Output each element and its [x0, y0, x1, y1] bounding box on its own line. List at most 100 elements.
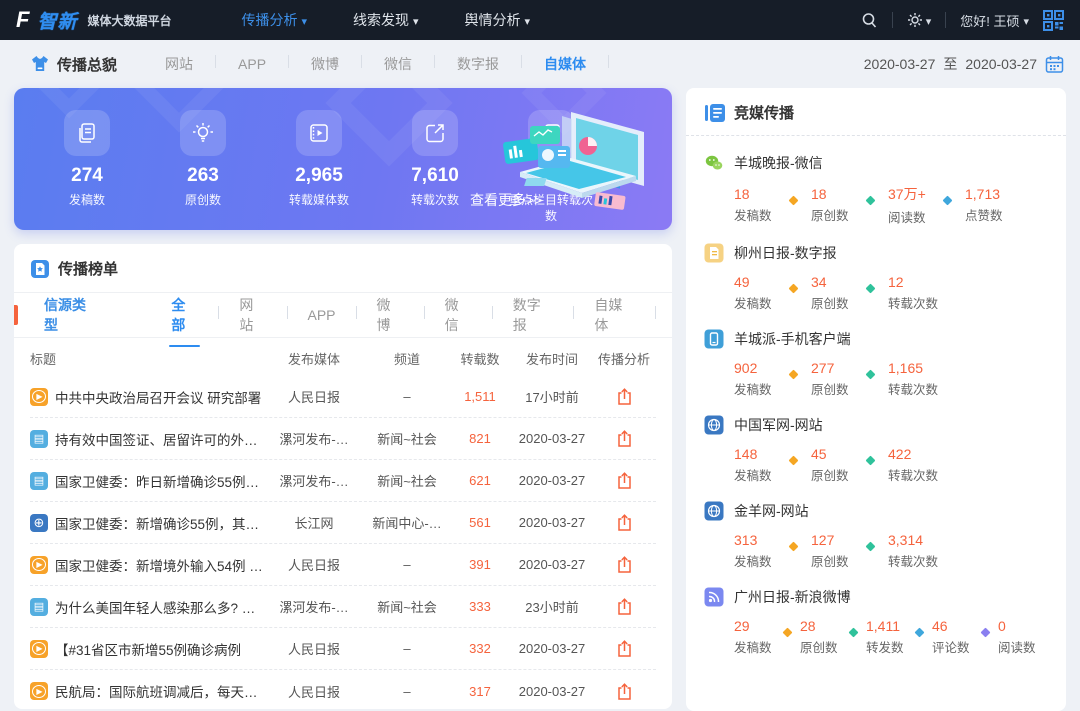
wechat-icon: [704, 153, 724, 173]
logo-subtitle: 媒体大数据平台: [87, 12, 171, 29]
tab-overview[interactable]: 传播总貌: [30, 54, 117, 75]
media-name-link[interactable]: 羊城晚报-微信: [704, 153, 1048, 173]
date-range-picker[interactable]: 2020-03-27 至 2020-03-27: [864, 54, 1064, 74]
article-title-link[interactable]: 为什么美国年轻人感染那么多? …: [30, 597, 266, 617]
propagation-analysis-icon[interactable]: [616, 513, 633, 532]
diamond-bullet: [866, 455, 876, 465]
table-row: 国家卫健委：昨日新增确诊55例… 漯河发布-… 新闻~社会 621 2020-0…: [30, 460, 656, 502]
ftab-all[interactable]: 全部: [151, 295, 218, 335]
article-title-link[interactable]: 持有效中国签证、居留许可的外…: [30, 429, 266, 449]
propagation-analysis-icon[interactable]: [616, 429, 633, 448]
media-item: 羊城派-手机客户端 902发稿数 277原创数 1,165转载次数: [704, 329, 1048, 398]
propagation-analysis-icon[interactable]: [616, 471, 633, 490]
nav-item-clue-discovery[interactable]: 线索发现: [353, 10, 419, 30]
app-logo[interactable]: F 智新 媒体大数据平台: [16, 7, 171, 34]
diamond-bullet: [981, 627, 991, 637]
competitor-media-panel: 竞媒传播 羊城晚报-微信 18发稿数 18原创数 37万+阅读数 1,713点赞…: [686, 88, 1066, 711]
section-tab-row: 传播总貌 网站 APP 微博 微信 数字报 自媒体 2020-03-27 至 2…: [0, 40, 1080, 88]
tab-website[interactable]: 网站: [143, 54, 215, 74]
stat-value: 2,965: [295, 165, 343, 187]
article-title-link[interactable]: 国家卫健委：新增确诊55例，其…: [30, 513, 266, 533]
tab-wechat[interactable]: 微信: [362, 54, 434, 74]
competitor-panel-header: 竞媒传播: [704, 102, 1048, 123]
media-item: 金羊网-网站 313发稿数 127原创数 3,314转载次数: [704, 501, 1048, 570]
ftab-website[interactable]: 网站: [219, 295, 286, 335]
divider: [686, 135, 1066, 136]
video-box-icon: [296, 110, 342, 156]
tab-digital-paper[interactable]: 数字报: [435, 54, 521, 74]
channel: 新闻~社会: [362, 471, 452, 490]
media-name-link[interactable]: 羊城派-手机客户端: [704, 329, 1048, 349]
media-stats: 148发稿数 45原创数 422转载次数: [734, 446, 1048, 484]
article-title-link[interactable]: 国家卫健委：昨日新增确诊55例…: [30, 471, 266, 491]
stat: 1,713点赞数: [965, 186, 1021, 224]
calendar-icon[interactable]: [1045, 55, 1064, 74]
stat: 3,314转载次数: [888, 532, 944, 570]
divider: [14, 337, 672, 338]
nav-item-sentiment-analysis[interactable]: 舆情分析: [465, 10, 531, 30]
stat-label: 转载次数: [411, 192, 459, 208]
divider: [608, 55, 609, 73]
ftab-we-media[interactable]: 自媒体: [574, 295, 655, 335]
weibo-icon: [704, 587, 724, 607]
nav-item-propagation-analysis[interactable]: 传播分析: [241, 10, 307, 30]
share-out-icon: [412, 110, 458, 156]
table-header-row: 标题 发布媒体 频道 转载数 发布时间 传播分析: [30, 340, 656, 376]
publish-media: 漯河发布-…: [266, 429, 362, 448]
logo-brand-text: 智新: [37, 7, 77, 34]
media-name-link[interactable]: 柳州日报-数字报: [704, 243, 1048, 263]
table-row: 民航局：国际航班调减后，每天… 人民日报 – 317 2020-03-27: [30, 670, 656, 709]
publish-media: 漯河发布-…: [266, 597, 362, 616]
date-end: 2020-03-27: [965, 56, 1037, 72]
tab-we-media[interactable]: 自媒体: [522, 54, 608, 74]
ftab-app[interactable]: APP: [288, 307, 356, 323]
table-row: 【#31省区市新增55例确诊病例 人民日报 – 332 2020-03-27: [30, 628, 656, 670]
media-name-link[interactable]: 广州日报-新浪微博: [704, 587, 1048, 607]
repost-count: 821: [452, 431, 508, 446]
tab-app[interactable]: APP: [216, 56, 288, 72]
user-menu[interactable]: 您好! 王硕: [960, 11, 1029, 30]
ranking-header: 传播榜单: [30, 258, 656, 279]
topbar-divider: [945, 12, 946, 28]
settings-gear-icon[interactable]: [907, 12, 932, 28]
stat: 18原创数: [811, 186, 867, 224]
media-stats: 49发稿数 34原创数 12转载次数: [734, 274, 1048, 312]
stat-value: 263: [187, 165, 219, 187]
media-stats: 18发稿数 18原创数 37万+阅读数 1,713点赞数: [734, 184, 1048, 226]
stat-value: 274: [71, 165, 103, 187]
article-title-link[interactable]: 中共中央政治局召开会议 研究部署: [30, 387, 266, 407]
table-row: 为什么美国年轻人感染那么多? … 漯河发布-… 新闻~社会 333 23小时前: [30, 586, 656, 628]
propagation-analysis-icon[interactable]: [616, 682, 633, 701]
media-name-link[interactable]: 中国军网-网站: [704, 415, 1048, 435]
media-name-link[interactable]: 金羊网-网站: [704, 501, 1048, 521]
propagation-analysis-icon[interactable]: [616, 555, 633, 574]
stat: 37万+阅读数: [888, 184, 944, 226]
channel: 新闻~社会: [362, 597, 452, 616]
ftab-digital-paper[interactable]: 数字报: [493, 295, 574, 335]
table-row: 国家卫健委：新增确诊55例，其… 长江网 新闻中心-… 561 2020-03-…: [30, 502, 656, 544]
channel-tabs: 网站 APP 微博 微信 数字报 自媒体: [143, 54, 609, 74]
propagation-analysis-icon[interactable]: [616, 597, 633, 616]
propagation-analysis-icon[interactable]: [616, 639, 633, 658]
stat-label: 发稿数: [69, 192, 105, 208]
article-title-link[interactable]: 【#31省区市新增55例确诊病例: [30, 639, 266, 659]
publish-time: 2020-03-27: [508, 473, 596, 488]
table-row: 国家卫健委：新增境外输入54例 … 人民日报 – 391 2020-03-27: [30, 544, 656, 586]
diamond-bullet: [943, 195, 953, 205]
video-icon: [30, 556, 48, 574]
stat-label: 转载媒体数: [289, 192, 349, 208]
table-row: 持有效中国签证、居留许可的外… 漯河发布-… 新闻~社会 821 2020-03…: [30, 418, 656, 460]
propagation-analysis-icon[interactable]: [616, 387, 633, 406]
tab-weibo[interactable]: 微博: [289, 54, 361, 74]
ftab-weibo[interactable]: 微博: [357, 295, 424, 335]
ftab-wechat[interactable]: 微信: [425, 295, 492, 335]
search-icon[interactable]: [861, 12, 878, 29]
media-stats: 29发稿数 28原创数 1,411转发数 46评论数 0阅读数: [734, 618, 1048, 656]
topbar-right-group: 您好! 王硕: [861, 10, 1064, 31]
article-title-link[interactable]: 国家卫健委：新增境外输入54例 …: [30, 555, 266, 575]
qr-code-icon[interactable]: [1043, 10, 1064, 31]
divider: [655, 306, 656, 324]
media-stats: 313发稿数 127原创数 3,314转载次数: [734, 532, 1048, 570]
media-item: 羊城晚报-微信 18发稿数 18原创数 37万+阅读数 1,713点赞数: [704, 153, 1048, 226]
article-title-link[interactable]: 民航局：国际航班调减后，每天…: [30, 681, 266, 701]
